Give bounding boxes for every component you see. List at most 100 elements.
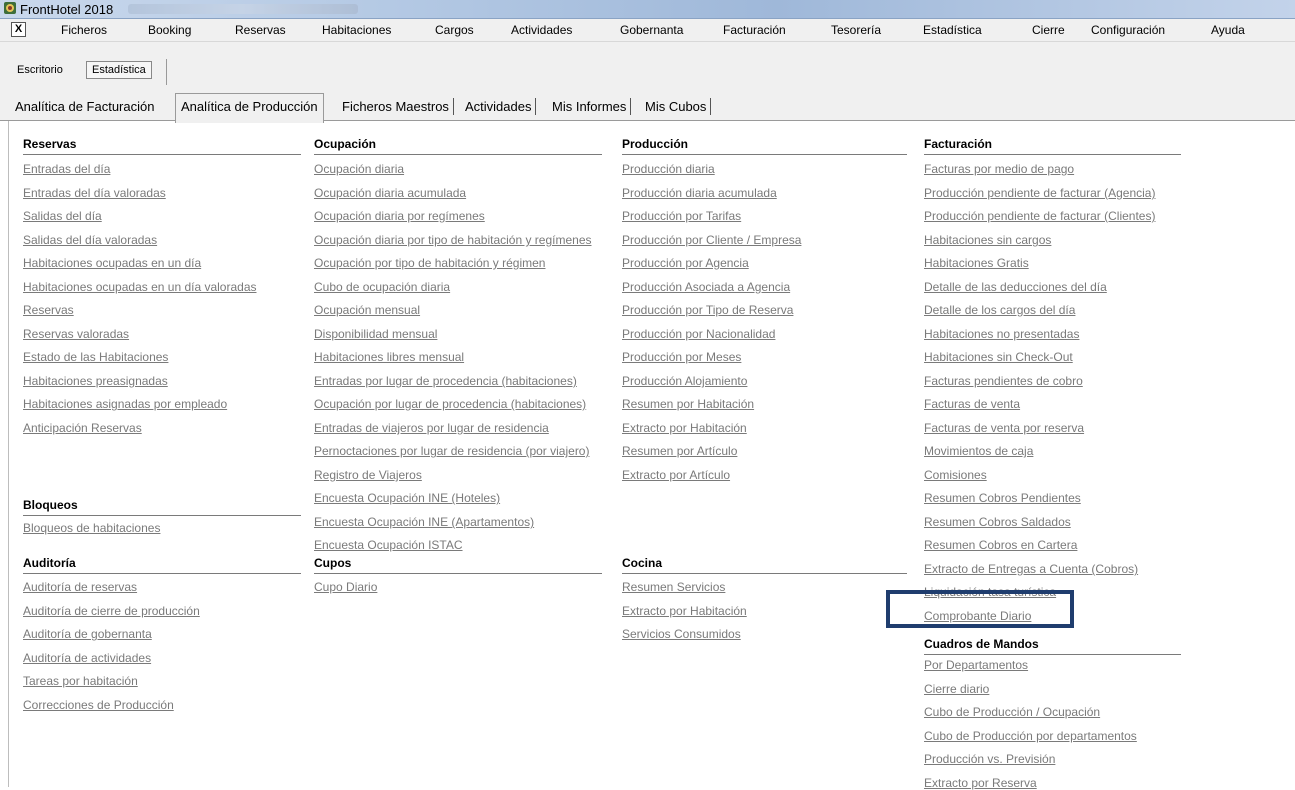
menu-facturacion[interactable]: Facturación (723, 23, 786, 37)
report-link-auditoria-5[interactable]: Correcciones de Producción (23, 698, 174, 712)
report-link-facturacion-11[interactable]: Facturas de venta por reserva (924, 421, 1084, 435)
report-link-ocupacion-15[interactable]: Encuesta Ocupación INE (Apartamentos) (314, 515, 534, 529)
report-link-facturacion-13[interactable]: Comisiones (924, 468, 987, 482)
report-link-produccion-5[interactable]: Producción Asociada a Agencia (622, 280, 790, 294)
report-link-bloqueos-0[interactable]: Bloqueos de habitaciones (23, 521, 160, 535)
report-link-produccion-7[interactable]: Producción por Nacionalidad (622, 327, 775, 341)
report-link-ocupacion-16[interactable]: Encuesta Ocupación ISTAC (314, 538, 463, 552)
report-link-ocupacion-1[interactable]: Ocupación diaria acumulada (314, 186, 466, 200)
report-link-ocupacion-4[interactable]: Ocupación por tipo de habitación y régim… (314, 256, 545, 270)
menu-cargos[interactable]: Cargos (435, 23, 474, 37)
report-link-auditoria-4[interactable]: Tareas por habitación (23, 674, 138, 688)
report-link-facturacion-16[interactable]: Resumen Cobros en Cartera (924, 538, 1077, 552)
report-link-reservas-4[interactable]: Habitaciones ocupadas en un día (23, 256, 201, 270)
report-link-reservas-6[interactable]: Reservas (23, 303, 74, 317)
report-link-cupos-0[interactable]: Cupo Diario (314, 580, 377, 594)
report-link-ocupacion-7[interactable]: Disponibilidad mensual (314, 327, 437, 341)
report-link-ocupacion-0[interactable]: Ocupación diaria (314, 162, 404, 176)
report-link-produccion-0[interactable]: Producción diaria (622, 162, 715, 176)
report-link-cocina-0[interactable]: Resumen Servicios (622, 580, 725, 594)
report-link-cuadros-4[interactable]: Producción vs. Previsión (924, 752, 1055, 766)
report-link-facturacion-19[interactable]: Comprobante Diario (924, 609, 1031, 623)
report-link-facturacion-3[interactable]: Habitaciones sin cargos (924, 233, 1051, 247)
report-link-facturacion-7[interactable]: Habitaciones no presentadas (924, 327, 1079, 341)
report-link-reservas-9[interactable]: Habitaciones preasignadas (23, 374, 168, 388)
report-link-produccion-9[interactable]: Producción Alojamiento (622, 374, 747, 388)
tab-analitica-produccion[interactable]: Analítica de Producción (175, 93, 324, 123)
report-link-ocupacion-8[interactable]: Habitaciones libres mensual (314, 350, 464, 364)
report-link-facturacion-17[interactable]: Extracto de Entregas a Cuenta (Cobros) (924, 562, 1138, 576)
report-link-produccion-4[interactable]: Producción por Agencia (622, 256, 749, 270)
report-link-facturacion-18[interactable]: Liquidación tasa turística (924, 585, 1056, 599)
report-link-reservas-3[interactable]: Salidas del día valoradas (23, 233, 157, 247)
menu-reservas[interactable]: Reservas (235, 23, 286, 37)
estadistica-button[interactable]: Estadística (86, 61, 152, 79)
report-link-cuadros-3[interactable]: Cubo de Producción por departamentos (924, 729, 1137, 743)
report-link-produccion-10[interactable]: Resumen por Habitación (622, 397, 754, 411)
report-link-reservas-11[interactable]: Anticipación Reservas (23, 421, 142, 435)
report-link-facturacion-14[interactable]: Resumen Cobros Pendientes (924, 491, 1081, 505)
report-link-produccion-11[interactable]: Extracto por Habitación (622, 421, 747, 435)
report-link-ocupacion-9[interactable]: Entradas por lugar de procedencia (habit… (314, 374, 577, 388)
tab-analitica-facturacion[interactable]: Analítica de Facturación (11, 98, 158, 115)
report-link-cuadros-2[interactable]: Cubo de Producción / Ocupación (924, 705, 1100, 719)
report-link-facturacion-10[interactable]: Facturas de venta (924, 397, 1020, 411)
report-link-facturacion-9[interactable]: Facturas pendientes de cobro (924, 374, 1083, 388)
report-link-reservas-8[interactable]: Estado de las Habitaciones (23, 350, 168, 364)
report-link-cuadros-1[interactable]: Cierre diario (924, 682, 989, 696)
report-link-facturacion-2[interactable]: Producción pendiente de facturar (Client… (924, 209, 1155, 223)
report-link-cuadros-0[interactable]: Por Departamentos (924, 658, 1028, 672)
report-link-produccion-2[interactable]: Producción por Tarifas (622, 209, 741, 223)
report-link-ocupacion-11[interactable]: Entradas de viajeros por lugar de reside… (314, 421, 549, 435)
report-link-reservas-7[interactable]: Reservas valoradas (23, 327, 129, 341)
menu-cierre[interactable]: Cierre (1032, 23, 1065, 37)
report-link-reservas-0[interactable]: Entradas del día (23, 162, 110, 176)
escritorio-button[interactable]: Escritorio (17, 64, 63, 76)
report-link-reservas-1[interactable]: Entradas del día valoradas (23, 186, 166, 200)
report-link-produccion-1[interactable]: Producción diaria acumulada (622, 186, 777, 200)
menu-gobernanta[interactable]: Gobernanta (620, 23, 683, 37)
menu-tesoreria[interactable]: Tesorería (831, 23, 881, 37)
report-link-facturacion-5[interactable]: Detalle de las deducciones del día (924, 280, 1107, 294)
tab-ficheros-maestros[interactable]: Ficheros Maestros (338, 98, 454, 115)
report-link-facturacion-1[interactable]: Producción pendiente de facturar (Agenci… (924, 186, 1155, 200)
tab-mis-informes[interactable]: Mis Informes (548, 98, 632, 115)
report-link-auditoria-2[interactable]: Auditoría de gobernanta (23, 627, 152, 641)
report-link-ocupacion-13[interactable]: Registro de Viajeros (314, 468, 422, 482)
report-link-facturacion-8[interactable]: Habitaciones sin Check-Out (924, 350, 1073, 364)
report-link-facturacion-15[interactable]: Resumen Cobros Saldados (924, 515, 1071, 529)
close-icon[interactable]: X (11, 22, 26, 37)
report-link-produccion-3[interactable]: Producción por Cliente / Empresa (622, 233, 801, 247)
report-link-auditoria-3[interactable]: Auditoría de actividades (23, 651, 151, 665)
menu-habitaciones[interactable]: Habitaciones (322, 23, 391, 37)
report-link-ocupacion-6[interactable]: Ocupación mensual (314, 303, 420, 317)
report-link-produccion-13[interactable]: Extracto por Artículo (622, 468, 730, 482)
report-link-reservas-10[interactable]: Habitaciones asignadas por empleado (23, 397, 227, 411)
report-link-reservas-2[interactable]: Salidas del día (23, 209, 102, 223)
report-link-cocina-2[interactable]: Servicios Consumidos (622, 627, 741, 641)
report-link-ocupacion-3[interactable]: Ocupación diaria por tipo de habitación … (314, 233, 592, 247)
report-link-facturacion-12[interactable]: Movimientos de caja (924, 444, 1033, 458)
report-link-reservas-5[interactable]: Habitaciones ocupadas en un día valorada… (23, 280, 257, 294)
report-link-produccion-8[interactable]: Producción por Meses (622, 350, 741, 364)
report-link-ocupacion-12[interactable]: Pernoctaciones por lugar de residencia (… (314, 444, 589, 458)
report-link-auditoria-1[interactable]: Auditoría de cierre de producción (23, 604, 200, 618)
menu-booking[interactable]: Booking (148, 23, 191, 37)
tab-mis-cubos[interactable]: Mis Cubos (641, 98, 712, 115)
menu-ayuda[interactable]: Ayuda (1211, 23, 1245, 37)
menu-ficheros[interactable]: Ficheros (61, 23, 107, 37)
report-link-cocina-1[interactable]: Extracto por Habitación (622, 604, 747, 618)
report-link-facturacion-0[interactable]: Facturas por medio de pago (924, 162, 1074, 176)
report-link-ocupacion-14[interactable]: Encuesta Ocupación INE (Hoteles) (314, 491, 500, 505)
report-link-cuadros-5[interactable]: Extracto por Reserva (924, 776, 1037, 790)
report-link-produccion-6[interactable]: Producción por Tipo de Reserva (622, 303, 793, 317)
report-link-facturacion-6[interactable]: Detalle de los cargos del día (924, 303, 1075, 317)
menu-estadistica[interactable]: Estadística (923, 23, 982, 37)
report-link-facturacion-4[interactable]: Habitaciones Gratis (924, 256, 1029, 270)
report-link-ocupacion-10[interactable]: Ocupación por lugar de procedencia (habi… (314, 397, 586, 411)
report-link-produccion-12[interactable]: Resumen por Artículo (622, 444, 737, 458)
report-link-auditoria-0[interactable]: Auditoría de reservas (23, 580, 137, 594)
menu-configuracion[interactable]: Configuración (1091, 23, 1165, 37)
report-link-ocupacion-2[interactable]: Ocupación diaria por regímenes (314, 209, 485, 223)
menu-actividades[interactable]: Actividades (511, 23, 572, 37)
